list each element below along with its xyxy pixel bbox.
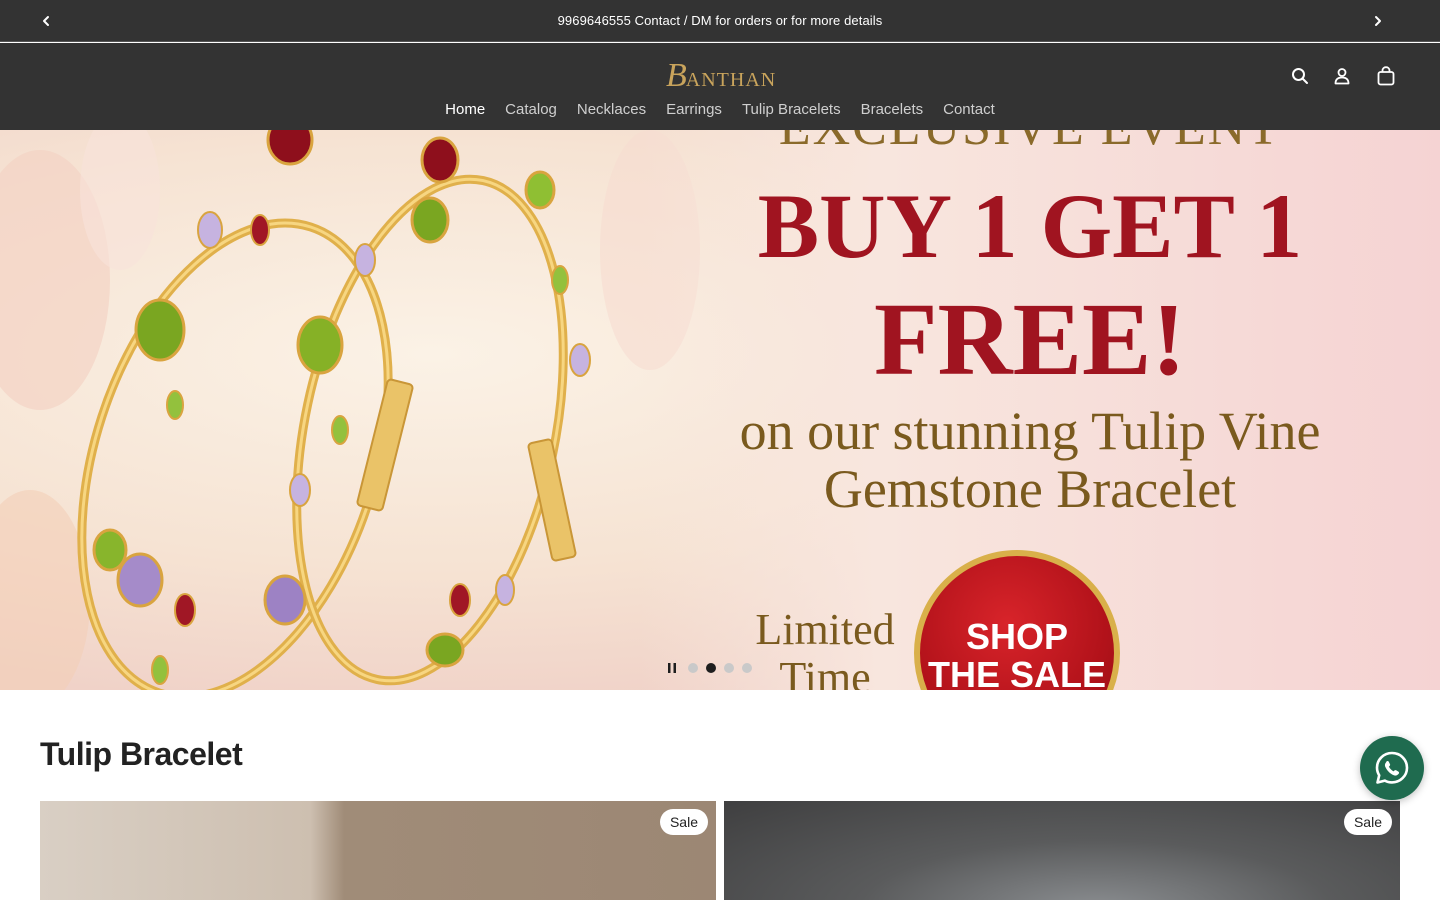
- shop-badge-line2: THE SALE: [927, 654, 1106, 691]
- site-logo[interactable]: BANTHAN: [666, 57, 775, 95]
- chevron-right-icon: [1375, 16, 1381, 26]
- slide-dot-4[interactable]: [742, 663, 752, 673]
- sale-badge: Sale: [1343, 809, 1392, 835]
- nav-home[interactable]: Home: [445, 99, 485, 120]
- hero-headline-line2: FREE!: [874, 282, 1186, 397]
- nav-tulip-bracelets[interactable]: Tulip Bracelets: [742, 99, 841, 120]
- slide-dot-1[interactable]: [688, 663, 698, 673]
- limited-offer-text: Limited Time Offer!: [740, 605, 910, 691]
- slideshow-controls: [664, 660, 752, 676]
- hero-subtitle-line2: Gemstone Bracelet: [823, 459, 1237, 519]
- slide-dot-3[interactable]: [724, 663, 734, 673]
- nav-bracelets[interactable]: Bracelets: [861, 99, 924, 120]
- whatsapp-icon: [1375, 751, 1409, 784]
- limited-offer-line2: Time Offer!: [779, 653, 871, 691]
- hero-subtitle-line1: on our stunning Tulip Vine: [739, 401, 1321, 461]
- search-icon: [1292, 68, 1308, 84]
- product-card[interactable]: Sale: [40, 801, 716, 900]
- announcement-next-button[interactable]: [1366, 9, 1390, 33]
- site-header: BANTHAN Home Catalog Necklaces Earrings …: [0, 43, 1440, 130]
- pause-button[interactable]: [664, 660, 680, 676]
- shop-badge-line1: SHOP: [965, 616, 1069, 657]
- product-card[interactable]: Sale: [724, 801, 1400, 900]
- cart-icon: [1377, 66, 1395, 86]
- account-button[interactable]: [1331, 65, 1353, 87]
- chevron-left-icon: [43, 16, 49, 26]
- nav-contact[interactable]: Contact: [943, 99, 995, 120]
- section-title: Tulip Bracelet: [40, 736, 243, 772]
- announcement-bar: 9969646555 Contact / DM for orders or fo…: [0, 0, 1440, 42]
- logo-initial: B: [666, 57, 688, 94]
- hero-headline-line1: BUY 1 GET 1: [757, 175, 1303, 277]
- hero-eyebrow: EXCLUSIVE EVENT: [680, 130, 1380, 157]
- nav-necklaces[interactable]: Necklaces: [577, 99, 646, 120]
- account-icon: [1334, 68, 1350, 85]
- sale-badge: Sale: [659, 809, 708, 835]
- announcement-prev-button[interactable]: [34, 9, 58, 33]
- slide-dot-2[interactable]: [706, 663, 716, 673]
- logo-text: BANTHAN: [666, 59, 776, 93]
- whatsapp-button[interactable]: [1360, 736, 1424, 800]
- cart-button[interactable]: [1375, 65, 1397, 87]
- main-nav: Home Catalog Necklaces Earrings Tulip Br…: [0, 99, 1440, 120]
- nav-catalog[interactable]: Catalog: [505, 99, 557, 120]
- hero-slideshow[interactable]: EXCLUSIVE EVENT BUY 1 GET 1 FREE! on our…: [0, 130, 1440, 690]
- announcement-text: 9969646555 Contact / DM for orders or fo…: [557, 13, 883, 28]
- logo-rest: ANTHAN: [685, 69, 777, 91]
- bracelet-image: [0, 130, 700, 690]
- nav-earrings[interactable]: Earrings: [666, 99, 722, 120]
- search-button[interactable]: [1289, 65, 1311, 87]
- limited-offer-line1: Limited: [755, 605, 895, 654]
- pause-icon: [668, 663, 676, 673]
